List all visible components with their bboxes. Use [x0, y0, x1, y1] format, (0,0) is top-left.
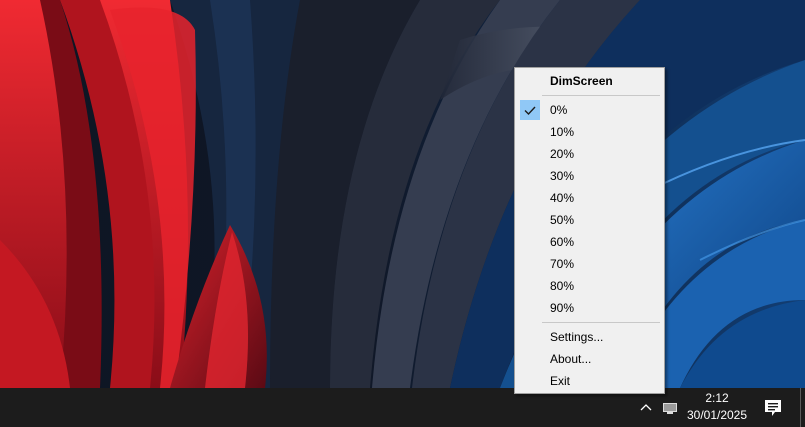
menu-item-about[interactable]: About... [518, 348, 661, 370]
menu-item-label: 10% [550, 125, 575, 139]
menu-item-label: Settings... [550, 330, 604, 344]
chevron-up-icon[interactable] [636, 398, 656, 418]
show-desktop-button[interactable] [800, 388, 801, 427]
menu-item-label: 50% [550, 213, 575, 227]
desktop: 2:12 30/01/2025 DimScreen 0% 10% 20% 30%… [0, 0, 805, 427]
menu-item-exit[interactable]: Exit [518, 370, 661, 392]
taskbar: 2:12 30/01/2025 [0, 388, 805, 427]
menu-separator [542, 322, 660, 323]
menu-item-label: 90% [550, 301, 575, 315]
menu-item-label: 20% [550, 147, 575, 161]
menu-item-label: 30% [550, 169, 575, 183]
menu-item-dim-40[interactable]: 40% [518, 187, 661, 209]
menu-item-dim-0[interactable]: 0% [518, 99, 661, 121]
menu-item-label: 80% [550, 279, 575, 293]
menu-separator [542, 95, 660, 96]
menu-item-dim-50[interactable]: 50% [518, 209, 661, 231]
dimscreen-context-menu: DimScreen 0% 10% 20% 30% 40% 50% 60% 70%… [514, 67, 665, 394]
menu-item-label: 60% [550, 235, 575, 249]
menu-item-dim-10[interactable]: 10% [518, 121, 661, 143]
menu-item-dim-30[interactable]: 30% [518, 165, 661, 187]
check-icon [520, 100, 540, 120]
menu-title-label: DimScreen [550, 74, 613, 88]
clock-time: 2:12 [705, 391, 729, 405]
menu-item-label: 40% [550, 191, 575, 205]
display-icon[interactable] [661, 399, 679, 417]
menu-item-dim-90[interactable]: 90% [518, 297, 661, 319]
system-clock[interactable]: 2:12 30/01/2025 [682, 390, 752, 424]
menu-item-label: Exit [550, 374, 571, 388]
menu-title: DimScreen [518, 70, 661, 92]
menu-item-dim-20[interactable]: 20% [518, 143, 661, 165]
menu-item-dim-70[interactable]: 70% [518, 253, 661, 275]
desktop-wallpaper [0, 0, 805, 388]
menu-item-dim-60[interactable]: 60% [518, 231, 661, 253]
clock-date: 30/01/2025 [686, 408, 748, 422]
notification-icon[interactable] [762, 397, 784, 419]
menu-item-label: 70% [550, 257, 575, 271]
menu-item-label: 0% [550, 103, 568, 117]
menu-item-label: About... [550, 352, 592, 366]
menu-item-settings[interactable]: Settings... [518, 326, 661, 348]
menu-item-dim-80[interactable]: 80% [518, 275, 661, 297]
